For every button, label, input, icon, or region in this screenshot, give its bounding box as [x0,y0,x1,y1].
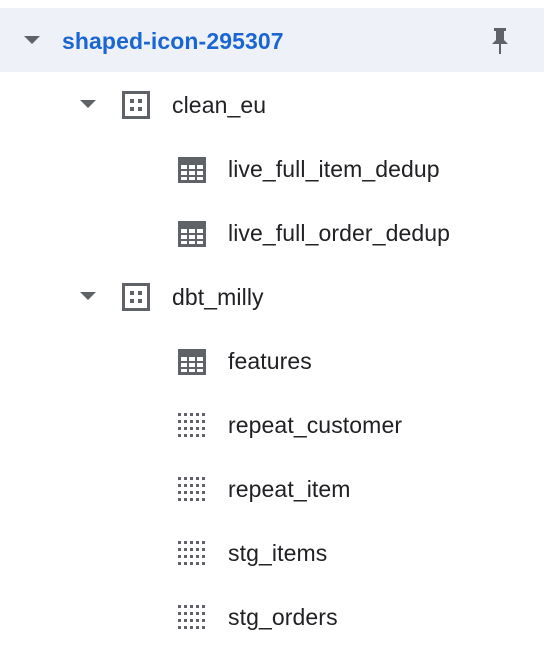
table-icon [178,157,206,188]
explorer-tree: shaped-icon-295307 clean_eu live_full_it… [0,0,544,660]
table-icon [178,349,206,380]
dataset-icon [122,283,150,316]
table-icon [178,221,206,252]
collapse-dataset-caret-icon[interactable] [80,100,96,108]
table-row-live-full-item-dedup[interactable]: live_full_item_dedup [0,136,544,200]
table-name: features [228,348,312,374]
view-name: repeat_item [228,476,351,502]
dataset-icon [122,91,150,124]
dataset-name: dbt_milly [172,284,264,310]
dataset-row-clean-eu[interactable]: clean_eu [0,72,544,136]
view-icon [178,477,206,508]
collapse-project-caret-icon[interactable] [24,36,40,44]
view-row-stg-orders[interactable]: stg_orders [0,584,544,648]
collapse-dataset-caret-icon[interactable] [80,292,96,300]
dataset-name: clean_eu [172,92,267,118]
view-icon [178,413,206,444]
view-name: stg_orders [228,604,338,630]
view-icon [178,605,206,636]
pin-icon[interactable] [490,28,510,61]
table-name: live_full_item_dedup [228,156,440,182]
table-row-features[interactable]: features [0,328,544,392]
table-name: live_full_order_dedup [228,220,451,246]
project-row[interactable]: shaped-icon-295307 [0,8,544,72]
table-row-live-full-order-dedup[interactable]: live_full_order_dedup [0,200,544,264]
view-name: stg_items [228,540,328,566]
dataset-row-dbt-milly[interactable]: dbt_milly [0,264,544,328]
view-name: repeat_customer [228,412,403,438]
view-row-repeat-customer[interactable]: repeat_customer [0,392,544,456]
project-name: shaped-icon-295307 [62,28,284,54]
view-icon [178,541,206,572]
view-row-stg-items[interactable]: stg_items [0,520,544,584]
view-row-repeat-item[interactable]: repeat_item [0,456,544,520]
